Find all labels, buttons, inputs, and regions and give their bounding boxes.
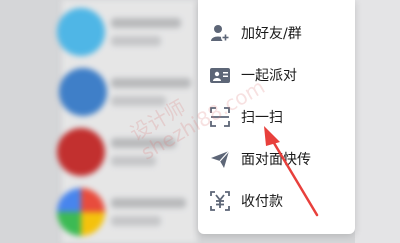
blurred-text xyxy=(111,156,156,166)
menu-item-face-to-face-send[interactable]: 面对面快传 xyxy=(198,138,355,180)
menu-item-label: 一起派对 xyxy=(241,68,297,84)
menu-item-scan[interactable]: 扫一扫 xyxy=(198,96,355,138)
blurred-chat-row xyxy=(55,68,195,116)
avatar xyxy=(57,188,105,236)
blurred-chat-row xyxy=(55,128,195,176)
avatar xyxy=(57,8,105,56)
blurred-chat-row xyxy=(55,188,195,236)
screenshot-stage: 加好友/群 一起派对 扫一扫 面对面快传 收付款 设计师 shezhi88.co… xyxy=(0,0,400,243)
send-icon xyxy=(208,147,232,171)
avatar xyxy=(59,68,107,116)
blurred-text xyxy=(111,216,161,226)
menu-item-add-friend[interactable]: 加好友/群 xyxy=(198,12,355,54)
party-icon xyxy=(208,63,232,87)
menu-item-label: 面对面快传 xyxy=(241,152,311,168)
menu-item-label: 收付款 xyxy=(241,194,283,210)
blurred-text xyxy=(111,36,161,46)
blurred-text xyxy=(111,78,191,88)
right-background xyxy=(355,0,400,243)
plus-popup-menu: 加好友/群 一起派对 扫一扫 面对面快传 收付款 xyxy=(198,0,355,234)
menu-item-label: 加好友/群 xyxy=(241,26,302,42)
scan-icon xyxy=(208,105,232,129)
menu-item-payment[interactable]: 收付款 xyxy=(198,180,355,222)
blurred-text xyxy=(111,198,186,208)
add-friend-icon xyxy=(208,21,232,45)
menu-item-label: 扫一扫 xyxy=(241,110,283,126)
blurred-text xyxy=(111,138,176,148)
blurred-text xyxy=(111,96,166,106)
avatar xyxy=(57,128,105,176)
blurred-chat-row xyxy=(55,8,195,56)
menu-item-party[interactable]: 一起派对 xyxy=(198,54,355,96)
blurred-text xyxy=(111,18,181,28)
payment-icon xyxy=(208,189,232,213)
